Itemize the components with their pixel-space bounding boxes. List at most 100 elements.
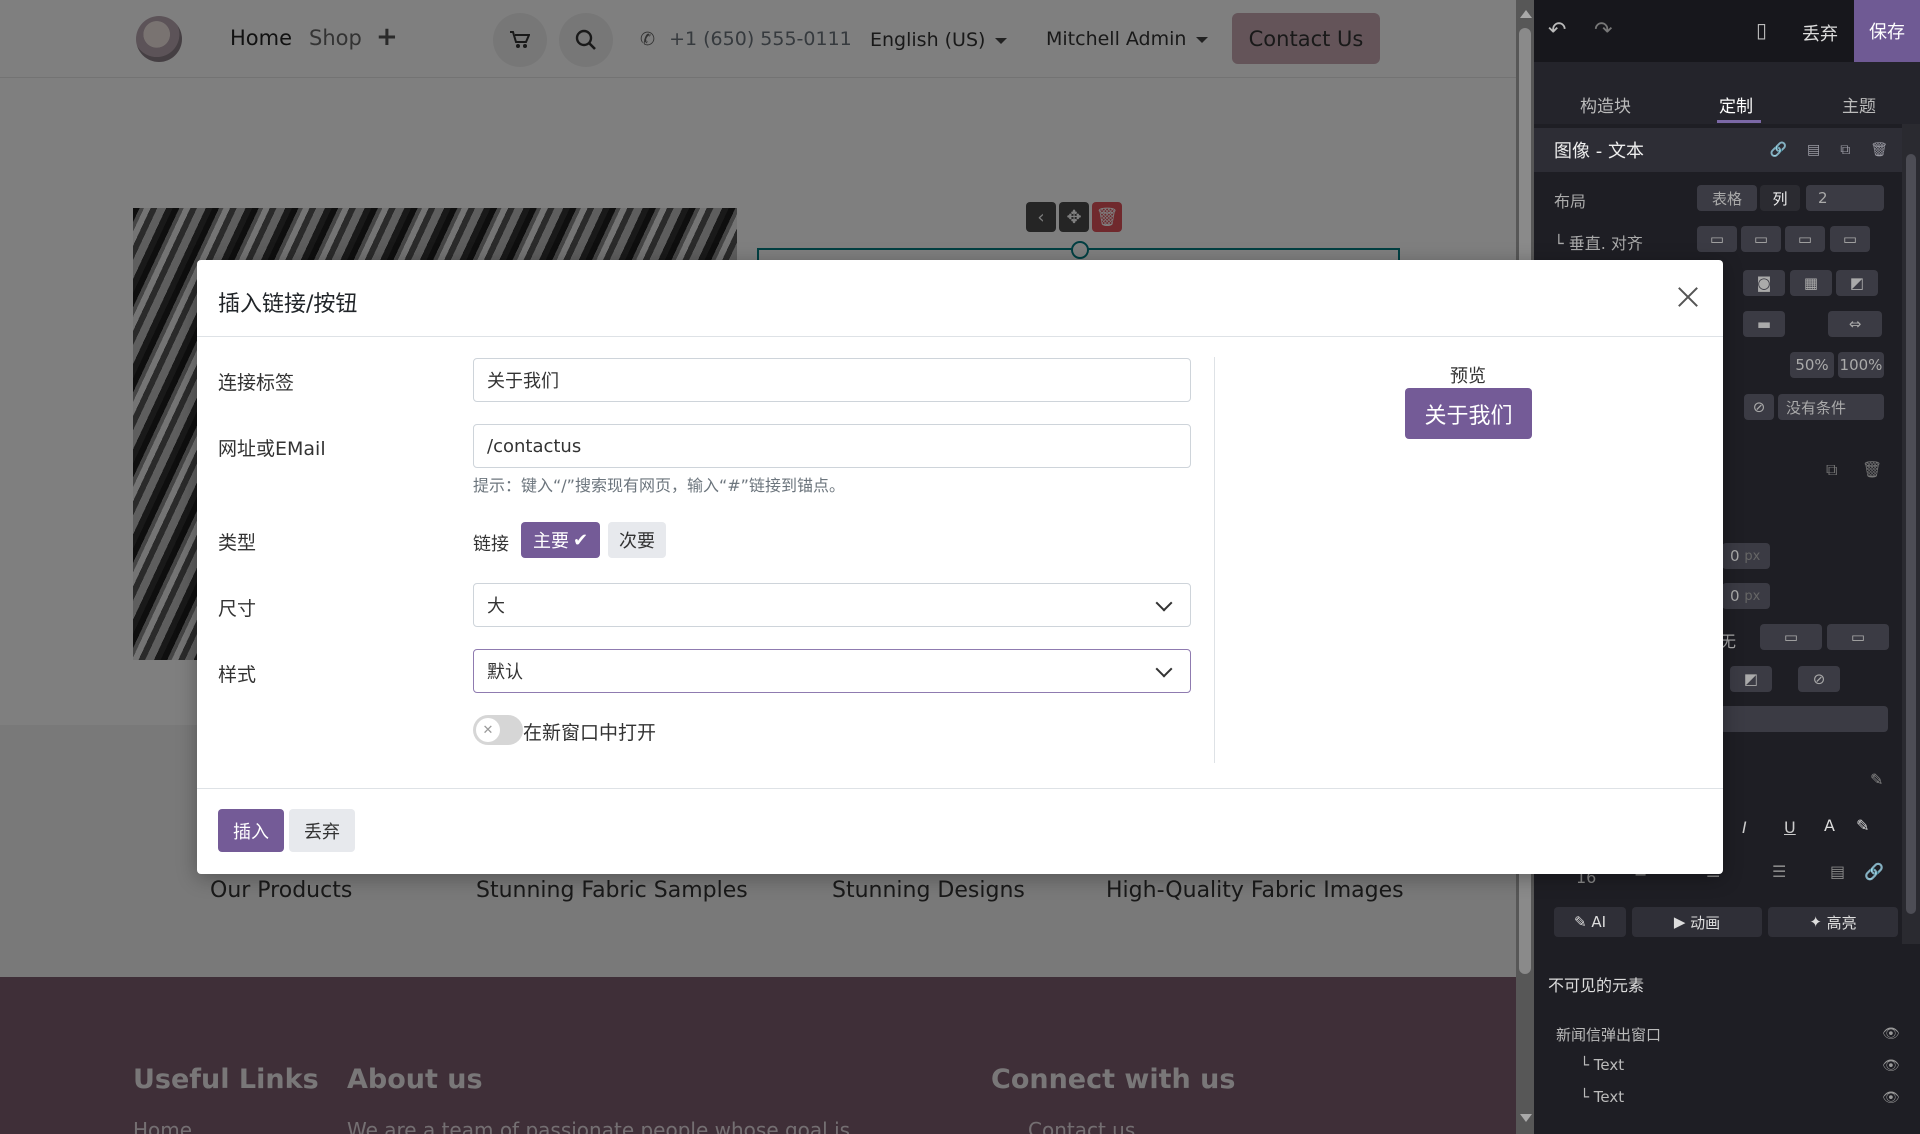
invisible-item-text-1[interactable]: └ Text (1580, 1056, 1624, 1074)
valign-label: └ 垂直. 对齐 (1554, 234, 1643, 253)
type-primary-option[interactable]: 主要 ✔ (521, 522, 600, 558)
width-small-icon[interactable]: ▬ (1743, 311, 1785, 337)
undo-icon[interactable]: ↶ (1548, 18, 1566, 43)
padding-value-1: 0 (1730, 547, 1740, 565)
size-label: 尺寸 (218, 598, 257, 620)
highlight-button[interactable]: ✦ 高亮 (1768, 907, 1898, 937)
type-primary-label: 主要 (532, 531, 569, 552)
eraser-icon[interactable]: ✎ (1870, 770, 1883, 789)
delete-col-icon[interactable]: 🗑 (1862, 460, 1882, 479)
camera-icon[interactable]: ◙ (1743, 270, 1785, 296)
style-label: 样式 (218, 664, 257, 686)
layout-label: 布局 (1554, 192, 1587, 211)
scroll-up-icon[interactable] (1520, 10, 1532, 18)
section-title: 图像 - 文本 (1554, 141, 1644, 162)
highlight-label: 高亮 (1826, 913, 1857, 932)
type-link-option[interactable]: 链接 (473, 530, 509, 556)
mobile-preview-icon[interactable]: ▯ (1756, 18, 1767, 42)
animate-label: 动画 (1690, 913, 1721, 932)
film-icon[interactable]: ▦ (1790, 270, 1832, 296)
link-icon[interactable]: 🔗 (1770, 142, 1787, 158)
image-icon[interactable]: ◩ (1836, 270, 1878, 296)
valign-stretch-icon[interactable]: ▭ (1830, 226, 1870, 252)
ai-label: AI (1591, 913, 1607, 931)
padding-value-2: 0 (1730, 587, 1740, 605)
bg-image-icon[interactable]: ◩ (1730, 666, 1772, 692)
url-label: 网址或EMail (218, 438, 326, 460)
new-window-toggle[interactable] (473, 715, 523, 745)
padding-input-1[interactable]: 0 px (1722, 543, 1770, 569)
dialog-header: 插入链接/按钮 (197, 260, 1723, 337)
close-icon[interactable] (1673, 282, 1703, 312)
width-full-icon[interactable]: ⇔ (1828, 311, 1882, 337)
valign-middle-icon[interactable]: ▭ (1741, 226, 1781, 252)
active-tab-indicator (1717, 120, 1761, 123)
magic-wand-icon: ✎ (1573, 913, 1587, 931)
animate-button[interactable]: ▶ 动画 (1632, 907, 1762, 937)
panel-scroll-thumb[interactable] (1906, 154, 1916, 914)
underline-icon[interactable]: U (1784, 818, 1796, 837)
trash-icon[interactable]: 🗑 (1870, 142, 1888, 158)
valign-top-icon[interactable]: ▭ (1697, 226, 1737, 252)
font-color-icon[interactable]: A (1824, 816, 1835, 835)
tab-blocks[interactable]: 构造块 (1580, 92, 1631, 117)
highlight-pen-icon[interactable]: ✎ (1856, 816, 1869, 835)
link-label-input[interactable]: 关于我们 (473, 358, 1191, 402)
bg-none-icon[interactable]: ⊘ (1798, 666, 1840, 692)
section-header: 图像 - 文本 🔗 ▤ ⧉ 🗑 (1534, 128, 1902, 172)
layout-grid-option[interactable]: 表格 (1697, 185, 1757, 211)
columns-count-select[interactable]: 2 (1806, 185, 1884, 211)
preview-label: 预览 (1450, 366, 1486, 387)
url-input[interactable]: /contactus (473, 424, 1191, 468)
tab-theme[interactable]: 主题 (1842, 92, 1876, 117)
eye-slash-icon[interactable]: 👁 (1882, 1026, 1900, 1042)
padding-unit-2: px (1744, 588, 1761, 604)
editor-topbar: ↶ ↷ ▯ 丢弃 保存 (1534, 0, 1920, 62)
duplicate-col-icon[interactable]: ⧉ (1826, 460, 1837, 480)
discard-button[interactable]: 丢弃 (289, 809, 355, 852)
size-50[interactable]: 50% (1790, 352, 1834, 378)
hide-icon[interactable]: ⊘ (1744, 394, 1774, 420)
ai-button[interactable]: ✎ AI (1554, 907, 1626, 937)
filter-select[interactable] (1720, 706, 1888, 732)
numbered-list-icon[interactable]: ☰ (1772, 862, 1786, 881)
padding-unit-1: px (1744, 548, 1761, 564)
size-select[interactable]: 大 (473, 583, 1191, 627)
check-icon: ✔ (572, 529, 589, 551)
type-label: 类型 (218, 532, 257, 554)
scroll-down-icon[interactable] (1520, 1114, 1532, 1122)
invisible-elements-title: 不可见的元素 (1548, 976, 1645, 995)
shadow-on-icon[interactable]: ▭ (1827, 624, 1889, 650)
redo-icon[interactable]: ↷ (1594, 18, 1612, 43)
tab-customize[interactable]: 定制 (1719, 92, 1753, 117)
discard-top-button[interactable]: 丢弃 (1802, 20, 1838, 46)
dialog-title: 插入链接/按钮 (218, 292, 358, 317)
valign-bottom-icon[interactable]: ▭ (1785, 226, 1825, 252)
invisible-item-newsletter[interactable]: 新闻信弹出窗口 (1556, 1024, 1661, 1045)
dialog-divider (1214, 357, 1215, 763)
panel-scrollbar[interactable] (1902, 124, 1920, 944)
editor-tabs: 构造块 定制 主题 (1534, 62, 1920, 124)
link-label-label: 连接标签 (218, 372, 295, 394)
style-select[interactable]: 默认 (473, 649, 1191, 693)
invisible-item-text-2[interactable]: └ Text (1580, 1088, 1624, 1106)
file-icon[interactable]: ▤ (1830, 862, 1845, 881)
duplicate-icon[interactable]: ⧉ (1840, 142, 1850, 158)
new-window-label[interactable]: 在新窗口中打开 (523, 718, 656, 745)
shadow-off-icon[interactable]: ▭ (1760, 624, 1822, 650)
italic-icon[interactable]: I (1742, 818, 1747, 837)
highlight-icon: ✦ (1809, 913, 1822, 931)
eye-icon[interactable]: 👁 (1882, 1058, 1900, 1074)
insert-button[interactable]: 插入 (218, 809, 284, 852)
save-icon[interactable]: ▤ (1807, 142, 1820, 158)
play-icon: ▶ (1673, 913, 1686, 931)
condition-select[interactable]: 没有条件 (1778, 394, 1884, 420)
save-button[interactable]: 保存 (1854, 0, 1920, 62)
link-text-icon[interactable]: 🔗 (1864, 862, 1884, 881)
layout-columns-option[interactable]: 列 (1760, 185, 1800, 211)
padding-input-2[interactable]: 0 px (1722, 583, 1770, 609)
size-100[interactable]: 100% (1838, 352, 1884, 378)
eye-icon[interactable]: 👁 (1882, 1090, 1900, 1106)
type-secondary-option[interactable]: 次要 (608, 522, 666, 558)
insert-link-dialog: 插入链接/按钮 连接标签 关于我们 网址或EMail /contactus 提示… (197, 260, 1723, 874)
